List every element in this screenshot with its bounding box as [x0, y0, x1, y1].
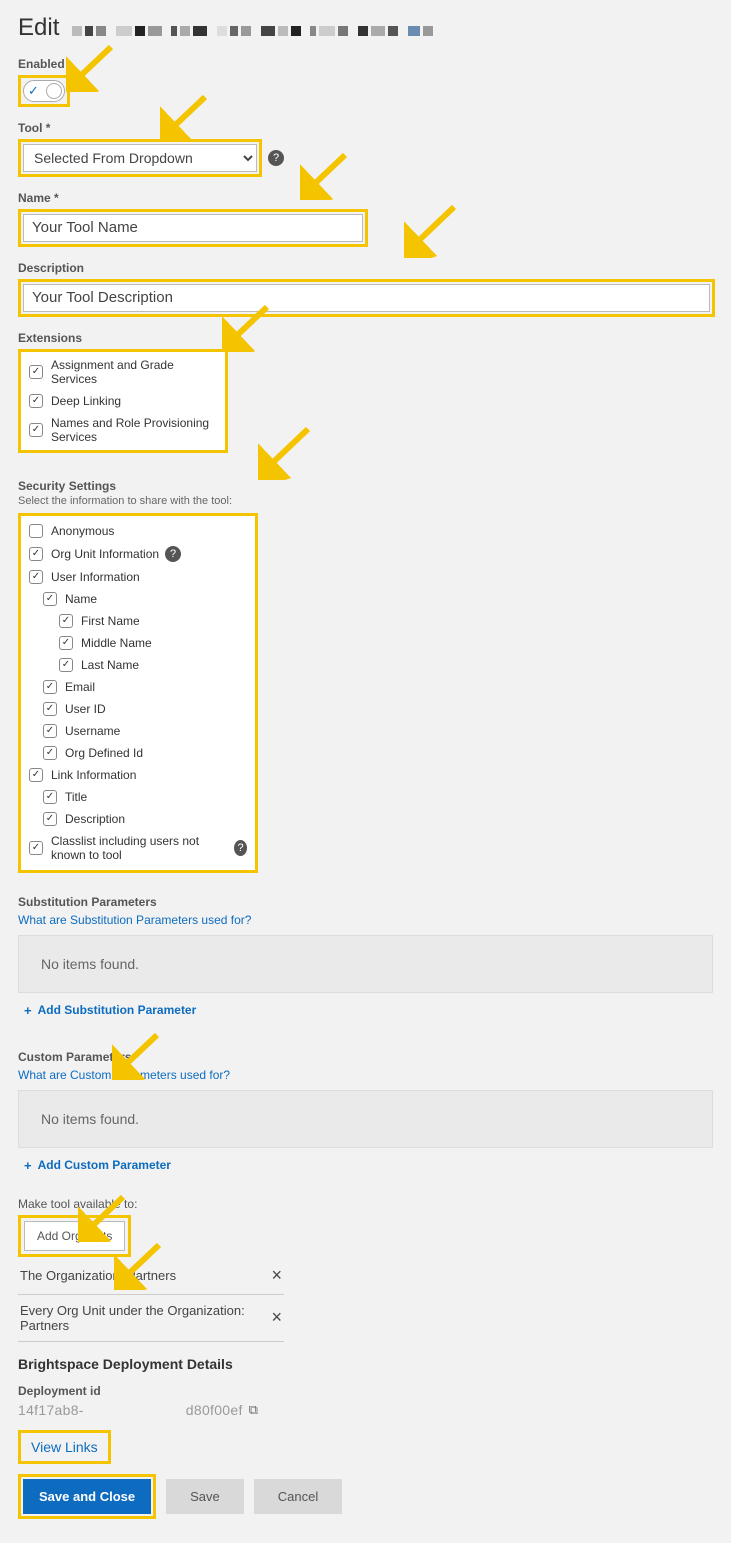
cancel-button[interactable]: Cancel — [254, 1479, 342, 1514]
security-label: Last Name — [81, 658, 139, 672]
org-unit-label: Every Org Unit under the Organization: P… — [20, 1303, 263, 1333]
security-row: Username — [23, 720, 253, 742]
checkbox[interactable] — [59, 614, 73, 628]
help-icon[interactable]: ? — [234, 840, 247, 856]
substitution-parameters-help-link[interactable]: What are Substitution Parameters used fo… — [18, 913, 713, 927]
security-label: Email — [65, 680, 95, 694]
custom-parameters-title: Custom Parameters — [18, 1050, 713, 1064]
arrow-icon — [258, 424, 314, 480]
redacted-title-icon — [72, 15, 436, 43]
add-substitution-parameter-button[interactable]: + Add Substitution Parameter — [18, 993, 202, 1028]
checkbox[interactable] — [43, 680, 57, 694]
checkbox[interactable] — [29, 394, 43, 408]
security-row: Email — [23, 676, 253, 698]
close-icon[interactable]: × — [271, 1265, 282, 1286]
description-input[interactable] — [23, 284, 710, 312]
checkbox[interactable] — [43, 724, 57, 738]
tool-label: Tool * — [18, 121, 713, 135]
check-icon: ✓ — [28, 83, 39, 99]
security-row: Name — [23, 588, 253, 610]
arrow-icon — [404, 202, 460, 258]
security-row: User Information — [23, 566, 253, 588]
plus-icon: + — [24, 1158, 32, 1173]
save-and-close-button[interactable]: Save and Close — [23, 1479, 151, 1514]
make-available-label: Make tool available to: — [18, 1197, 713, 1211]
checkbox[interactable] — [29, 841, 43, 855]
tool-select[interactable]: Selected From Dropdown — [23, 144, 257, 172]
extensions-label: Extensions — [18, 331, 713, 345]
security-row: Title — [23, 786, 253, 808]
security-label: Username — [65, 724, 120, 738]
custom-parameters-empty: No items found. — [18, 1090, 713, 1148]
security-label: Org Unit Information — [51, 547, 159, 561]
custom-parameters-help-link[interactable]: What are Custom Parameters used for? — [18, 1068, 713, 1082]
security-row: Anonymous — [23, 520, 253, 542]
security-label: Anonymous — [51, 524, 114, 538]
checkbox[interactable] — [29, 547, 43, 561]
security-label: User Information — [51, 570, 140, 584]
security-row: Classlist including users not known to t… — [23, 830, 253, 866]
extension-row: Assignment and Grade Services — [23, 354, 223, 390]
security-row: Link Information — [23, 764, 253, 786]
checkbox[interactable] — [43, 592, 57, 606]
checkbox[interactable] — [29, 423, 43, 437]
checkbox[interactable] — [43, 812, 57, 826]
substitution-parameters-empty: No items found. — [18, 935, 713, 993]
security-label: Link Information — [51, 768, 136, 782]
security-label: User ID — [65, 702, 106, 716]
checkbox[interactable] — [43, 746, 57, 760]
add-org-units-button[interactable]: Add Org Units — [24, 1221, 125, 1251]
security-settings-label: Security Settings — [18, 479, 713, 493]
add-custom-parameter-button[interactable]: + Add Custom Parameter — [18, 1148, 177, 1183]
name-label: Name * — [18, 191, 713, 205]
help-icon[interactable]: ? — [268, 150, 284, 166]
extension-row: Names and Role Provisioning Services — [23, 412, 223, 448]
plus-icon: + — [24, 1003, 32, 1018]
security-label: First Name — [81, 614, 140, 628]
enabled-label: Enabled — [18, 57, 713, 71]
security-row: Org Unit Information? — [23, 542, 253, 566]
security-subtext: Select the information to share with the… — [18, 495, 713, 507]
copy-icon[interactable]: ⧉ — [249, 1402, 259, 1418]
checkbox[interactable] — [59, 636, 73, 650]
security-label: Org Defined Id — [65, 746, 143, 760]
security-row: Last Name — [23, 654, 253, 676]
deployment-id-label: Deployment id — [18, 1384, 713, 1398]
substitution-parameters-title: Substitution Parameters — [18, 895, 713, 909]
security-row: Description — [23, 808, 253, 830]
checkbox[interactable] — [29, 768, 43, 782]
deployment-details-title: Brightspace Deployment Details — [18, 1356, 713, 1372]
save-button[interactable]: Save — [166, 1479, 244, 1514]
checkbox[interactable] — [29, 570, 43, 584]
name-input[interactable] — [23, 214, 363, 242]
view-links-link[interactable]: View Links — [23, 1435, 106, 1459]
security-label: Name — [65, 592, 97, 606]
org-unit-label: The Organization: Partners — [20, 1268, 176, 1283]
security-row: Middle Name — [23, 632, 253, 654]
extension-label: Assignment and Grade Services — [51, 358, 217, 386]
deployment-id-value: 14f17ab8- d80f00ef ⧉ — [18, 1402, 713, 1418]
checkbox[interactable] — [29, 524, 43, 538]
description-label: Description — [18, 261, 713, 275]
org-unit-row: The Organization: Partners × — [18, 1257, 284, 1295]
close-icon[interactable]: × — [271, 1307, 282, 1328]
security-row: User ID — [23, 698, 253, 720]
security-label: Classlist including users not known to t… — [51, 834, 228, 862]
security-label: Title — [65, 790, 87, 804]
extension-row: Deep Linking — [23, 390, 223, 412]
security-row: Org Defined Id — [23, 742, 253, 764]
page-title: Edit — [18, 14, 713, 43]
checkbox[interactable] — [29, 365, 43, 379]
extension-label: Names and Role Provisioning Services — [51, 416, 217, 444]
security-label: Middle Name — [81, 636, 152, 650]
security-label: Description — [65, 812, 125, 826]
enabled-toggle[interactable]: ✓ — [23, 80, 65, 102]
checkbox[interactable] — [43, 790, 57, 804]
checkbox[interactable] — [43, 702, 57, 716]
extension-label: Deep Linking — [51, 394, 121, 408]
security-row: First Name — [23, 610, 253, 632]
help-icon[interactable]: ? — [165, 546, 181, 562]
checkbox[interactable] — [59, 658, 73, 672]
org-unit-row: Every Org Unit under the Organization: P… — [18, 1295, 284, 1342]
